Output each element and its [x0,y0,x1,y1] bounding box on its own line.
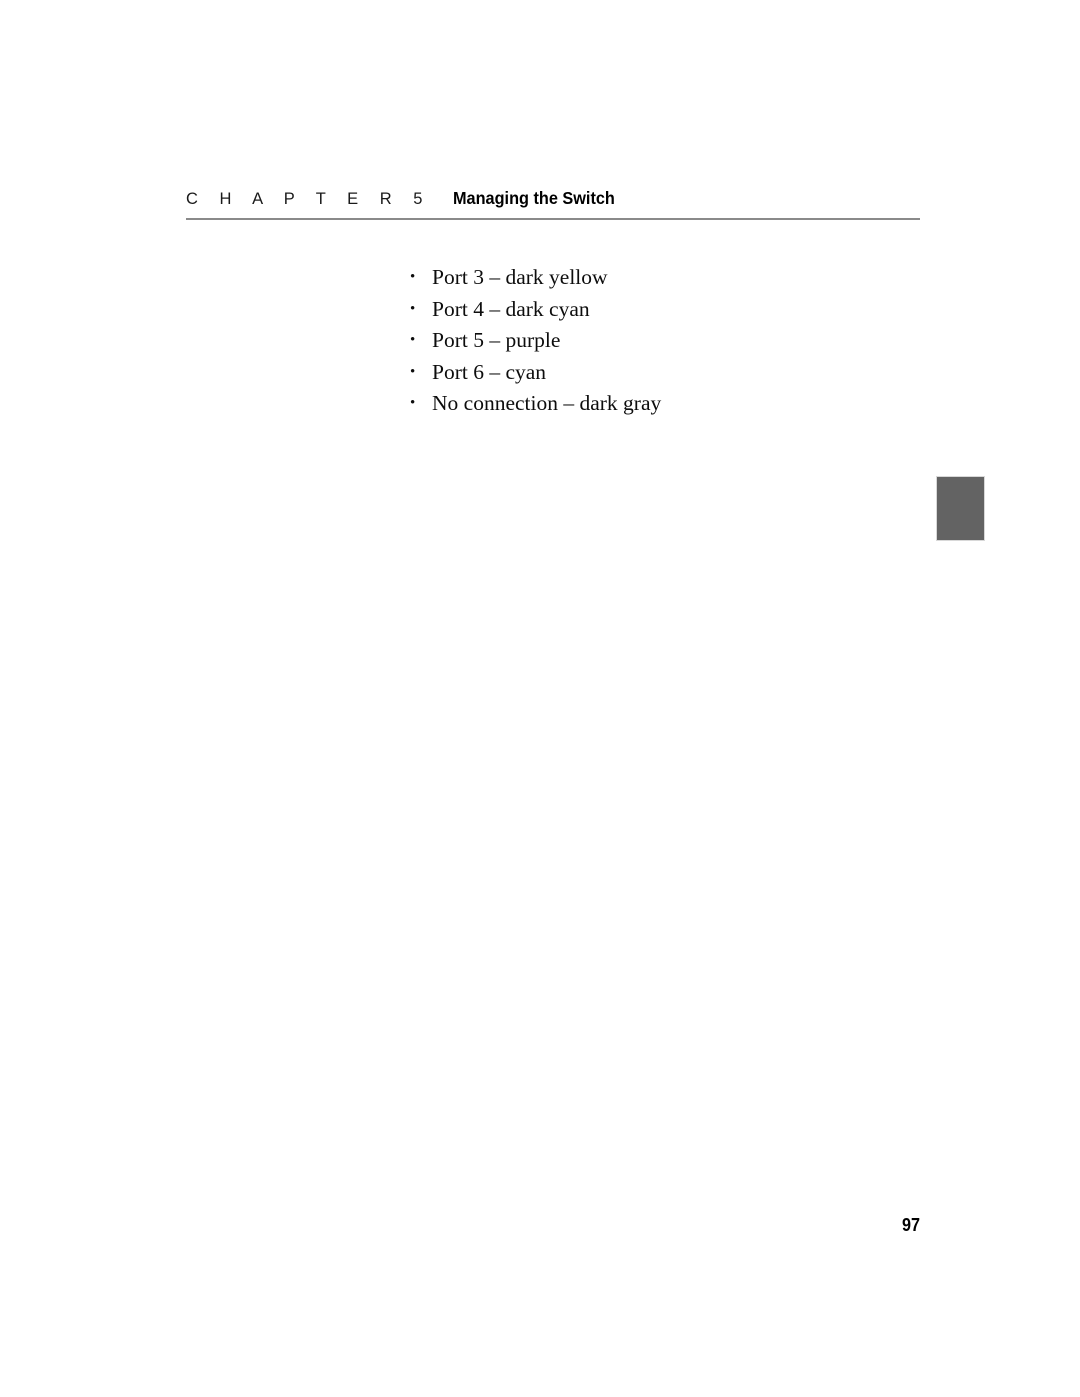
bullet-icon: • [410,395,416,411]
document-page: C H A P T E R 5 Managing the Switch • Po… [0,0,1080,1397]
chapter-eyebrow: C H A P T E R 5 [186,190,431,208]
header-divider [186,218,920,220]
bullet-icon: • [410,269,416,285]
list-item-label: Port 6 – cyan [432,359,547,384]
page-title: Managing the Switch [452,188,615,208]
list-item: • Port 4 – dark cyan [409,294,929,326]
list-item: • Port 3 – dark yellow [409,262,929,294]
list-item: • No connection – dark gray [409,388,929,420]
bullet-icon: • [410,300,416,317]
list-item-label: Port 3 – dark yellow [432,265,608,289]
running-header: C H A P T E R 5 Managing the Switch [186,188,920,216]
bullet-icon: • [410,332,416,348]
list-item-label: Port 4 – dark cyan [432,296,590,321]
bullet-icon: • [410,363,416,380]
list-item-label: Port 5 – purple [432,328,561,352]
thumb-tab-marker [936,476,985,541]
list-item: • Port 6 – cyan [409,357,929,389]
port-color-list: • Port 3 – dark yellow • Port 4 – dark c… [409,262,929,420]
list-item-label: No connection – dark gray [432,391,662,415]
list-item: • Port 5 – purple [409,325,929,357]
page-number: 97 [901,1215,920,1235]
